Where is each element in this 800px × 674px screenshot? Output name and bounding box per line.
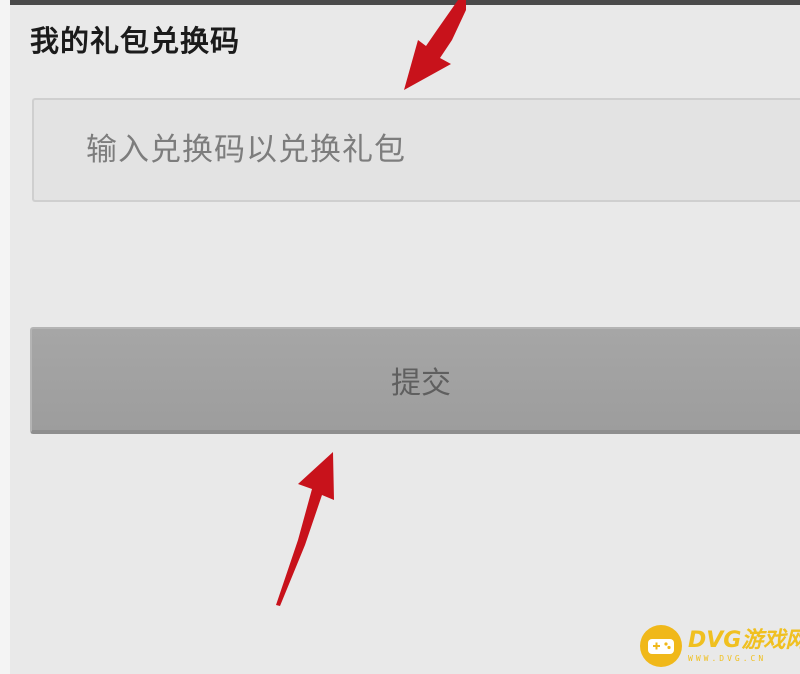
watermark-subtitle: WWW.DVG.CN: [688, 653, 767, 663]
submit-button[interactable]: 提交: [30, 327, 800, 434]
watermark: DVG游戏网 WWW.DVG.CN: [640, 622, 800, 670]
watermark-title: DVG游戏网: [688, 627, 800, 653]
gamepad-icon: [640, 625, 682, 667]
submit-button-label: 提交: [391, 365, 451, 401]
page-title: 我的礼包兑换码: [30, 24, 241, 58]
redeem-code-input[interactable]: [32, 98, 800, 202]
left-edge: [0, 0, 10, 674]
